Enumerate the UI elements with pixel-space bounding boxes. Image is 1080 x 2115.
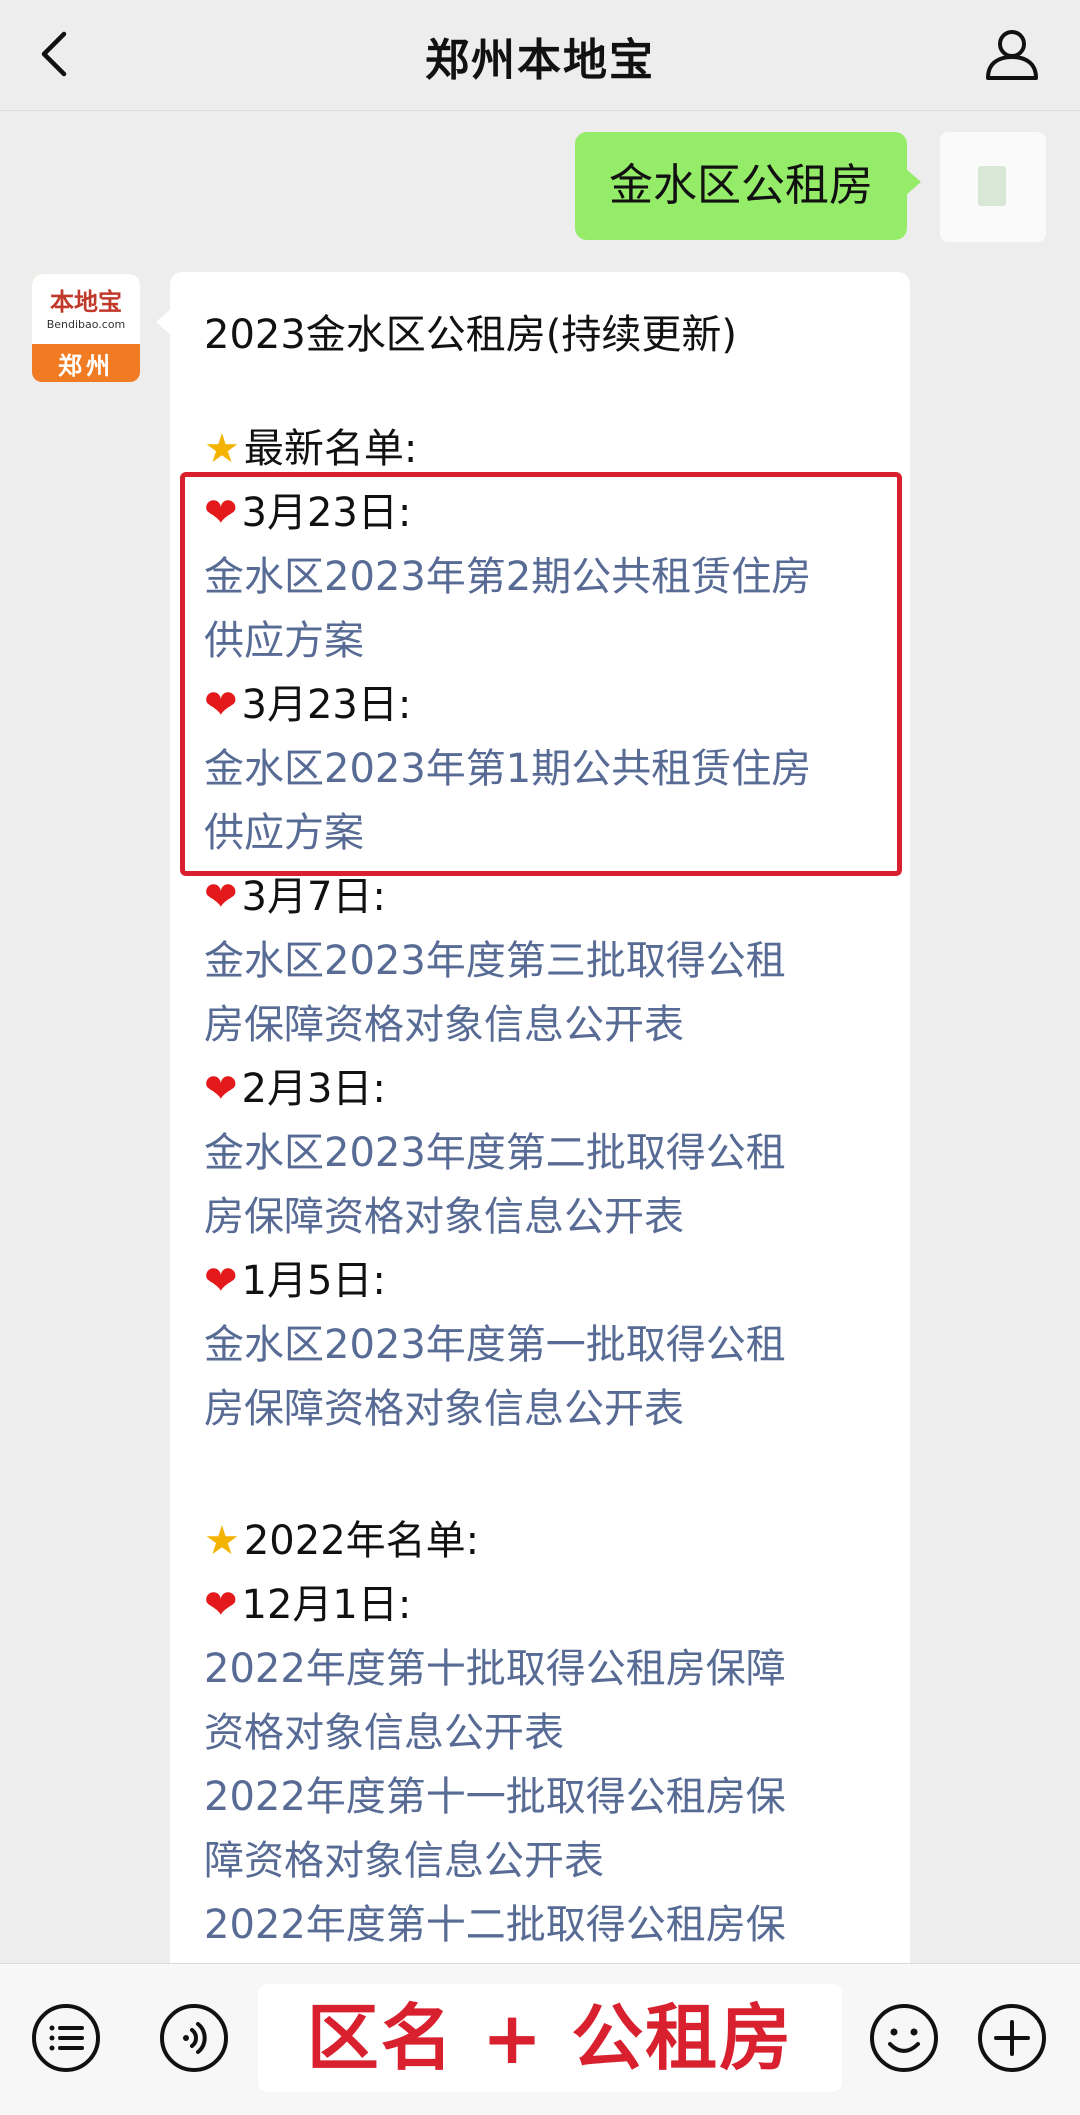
- heart-icon: ❤: [204, 1066, 238, 1112]
- link-text[interactable]: 资格对象信息公开表: [204, 1700, 564, 1758]
- heart-icon: ❤: [204, 874, 238, 920]
- input-text: 区名 + 公租房: [306, 1996, 794, 2080]
- link-text[interactable]: 房保障资格对象信息公开表: [204, 992, 684, 1050]
- user-avatar[interactable]: [940, 132, 1046, 242]
- link-text[interactable]: 金水区2023年度第三批取得公租: [204, 928, 786, 986]
- avatar-domain: Bendibao.com: [46, 318, 126, 331]
- entry-date: ❤ 1月5日:: [204, 1258, 386, 1304]
- link-text[interactable]: 2022年度第十一批取得公租房保: [204, 1764, 786, 1822]
- avatar-brand: 本地宝: [50, 287, 122, 316]
- section-2022: ★ 2022年名单:: [204, 1518, 480, 1564]
- avatar-city: 郑州: [58, 352, 114, 380]
- outgoing-message-bubble[interactable]: 金水区公租房: [575, 132, 921, 240]
- link-text[interactable]: 2022年度第十批取得公租房保障: [204, 1636, 786, 1694]
- link-text[interactable]: 障资格对象信息公开表: [204, 1828, 604, 1886]
- star-icon: ★: [204, 426, 240, 472]
- link-text[interactable]: 2022年度第十二批取得公租房保: [204, 1892, 786, 1950]
- emoji-icon[interactable]: [868, 2002, 940, 2074]
- link-text[interactable]: 金水区2023年度第二批取得公租: [204, 1120, 786, 1178]
- person-icon[interactable]: [982, 24, 1042, 84]
- star-icon: ★: [204, 1518, 240, 1564]
- section-latest: ★ 最新名单:: [204, 426, 418, 472]
- link-text[interactable]: 房保障资格对象信息公开表: [204, 1184, 684, 1242]
- link-text[interactable]: 房保障资格对象信息公开表: [204, 1376, 684, 1434]
- plus-icon[interactable]: [976, 2002, 1048, 2074]
- menu-icon[interactable]: [30, 2002, 102, 2074]
- top-bar: 郑州本地宝: [0, 0, 1080, 111]
- chat-title: 郑州本地宝: [425, 35, 655, 86]
- entry-date: ❤ 12月1日:: [204, 1582, 412, 1628]
- outgoing-message-text: 金水区公租房: [609, 160, 873, 211]
- link-text[interactable]: 金水区2023年度第一批取得公租: [204, 1312, 786, 1370]
- heart-icon: ❤: [204, 1258, 238, 1304]
- highlight-box: [180, 472, 902, 876]
- input-bar: 区名 + 公租房: [0, 1963, 1080, 2115]
- message-title: 2023金水区公租房(持续更新): [204, 312, 738, 358]
- bot-avatar[interactable]: 本地宝 Bendibao.com 郑州: [32, 274, 140, 382]
- message-input[interactable]: 区名 + 公租房: [258, 1984, 842, 2092]
- voice-icon[interactable]: [158, 2002, 230, 2074]
- avatar-image: [978, 166, 1006, 206]
- heart-icon: ❤: [204, 1582, 238, 1628]
- entry-date: ❤ 2月3日:: [204, 1066, 386, 1112]
